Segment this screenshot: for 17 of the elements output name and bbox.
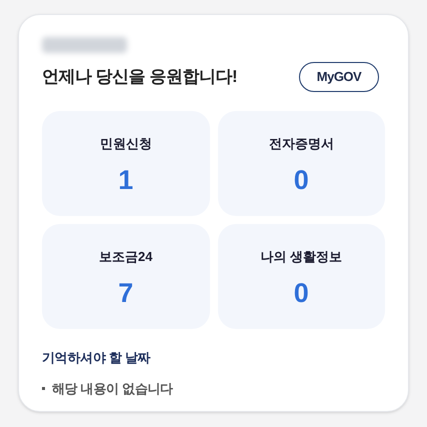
tile-label: 보조금24 — [99, 248, 152, 266]
greeting-text: 언제나 당신을 응원합니다! — [42, 66, 238, 88]
bullet-icon — [42, 386, 45, 390]
tile-label: 전자증명서 — [268, 135, 334, 153]
tile-count: 1 — [118, 166, 134, 194]
summary-tile[interactable]: 나의 생활정보 0 — [218, 224, 385, 329]
tile-count: 0 — [294, 166, 309, 194]
tile-count: 7 — [118, 280, 134, 306]
summary-tile[interactable]: 보조금24 7 — [42, 224, 210, 329]
reminders-title: 기억하셔야 할 날짜 — [42, 349, 150, 367]
tile-label: 민원신청 — [100, 135, 152, 153]
summary-tile[interactable]: 전자증명서 0 — [218, 111, 385, 216]
tile-count: 0 — [294, 280, 309, 306]
mygov-button[interactable]: MyGOV — [299, 62, 379, 92]
reminder-text: 해당 내용이 없습니다 — [52, 380, 173, 398]
summary-tile[interactable]: 민원신청 1 — [42, 111, 210, 216]
tile-label: 나의 생활정보 — [260, 248, 342, 266]
